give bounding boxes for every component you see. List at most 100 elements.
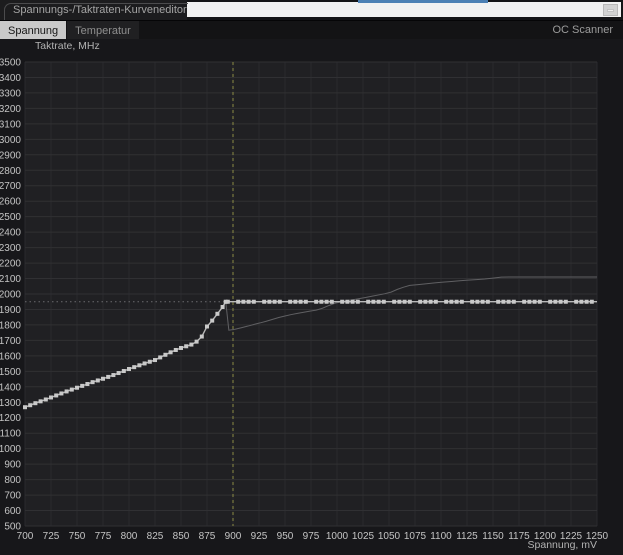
curve-point-marker[interactable] — [590, 300, 594, 304]
curve-point-marker[interactable] — [267, 300, 271, 304]
curve-point-marker[interactable] — [226, 300, 230, 304]
curve-point-marker[interactable] — [371, 300, 375, 304]
curve-point-marker[interactable] — [215, 312, 219, 316]
curve-point-marker[interactable] — [418, 300, 422, 304]
oc-scanner-button[interactable]: OC Scanner — [542, 21, 623, 39]
curve-point-marker[interactable] — [205, 324, 209, 328]
curve-point-marker[interactable] — [137, 363, 141, 367]
curve-point-marker[interactable] — [564, 300, 568, 304]
curve-point-marker[interactable] — [444, 300, 448, 304]
tab-temperatur[interactable]: Temperatur — [67, 21, 139, 39]
curve-point-marker[interactable] — [33, 401, 37, 405]
curve-point-marker[interactable] — [314, 300, 318, 304]
curve-point-marker[interactable] — [75, 386, 79, 390]
curve-point-marker[interactable] — [574, 300, 578, 304]
curve-point-marker[interactable] — [455, 300, 459, 304]
curve-point-marker[interactable] — [91, 380, 95, 384]
curve-point-marker[interactable] — [475, 300, 479, 304]
curve-point-marker[interactable] — [28, 403, 32, 407]
curve-point-marker[interactable] — [481, 300, 485, 304]
curve-point-marker[interactable] — [210, 319, 214, 323]
curve-point-marker[interactable] — [158, 355, 162, 359]
curve-point-marker[interactable] — [548, 300, 552, 304]
plot-canvas[interactable]: 3500340033003200310030002900280027002600… — [0, 39, 623, 555]
curve-point-marker[interactable] — [111, 373, 115, 377]
curve-point-marker[interactable] — [319, 300, 323, 304]
curve-point-marker[interactable] — [163, 353, 167, 357]
curve-point-marker[interactable] — [148, 360, 152, 364]
curve-point-marker[interactable] — [101, 377, 105, 381]
curve-point-marker[interactable] — [44, 397, 48, 401]
curve-point-marker[interactable] — [127, 367, 131, 371]
curve-point-marker[interactable] — [434, 300, 438, 304]
titlebar-button[interactable] — [603, 4, 618, 16]
curve-point-marker[interactable] — [117, 371, 121, 375]
curve-point-marker[interactable] — [39, 399, 43, 403]
curve-point-marker[interactable] — [59, 391, 63, 395]
curve-point-marker[interactable] — [408, 300, 412, 304]
curve-point-marker[interactable] — [195, 340, 199, 344]
curve-point-marker[interactable] — [522, 300, 526, 304]
curve-point-marker[interactable] — [293, 300, 297, 304]
curve-point-marker[interactable] — [340, 300, 344, 304]
curve-point-marker[interactable] — [106, 375, 110, 379]
curve-point-marker[interactable] — [449, 300, 453, 304]
curve-point-marker[interactable] — [330, 300, 334, 304]
curve-point-marker[interactable] — [278, 300, 282, 304]
curve-point-marker[interactable] — [345, 300, 349, 304]
curve-point-marker[interactable] — [486, 300, 490, 304]
curve-point-marker[interactable] — [85, 382, 89, 386]
curve-point-marker[interactable] — [585, 300, 589, 304]
curve-point-marker[interactable] — [174, 348, 178, 352]
curve-point-marker[interactable] — [527, 300, 531, 304]
curve-point-marker[interactable] — [49, 395, 53, 399]
curve-point-marker[interactable] — [70, 388, 74, 392]
curve-point-marker[interactable] — [538, 300, 542, 304]
curve-point-marker[interactable] — [403, 300, 407, 304]
curve-point-marker[interactable] — [460, 300, 464, 304]
curve-point-marker[interactable] — [80, 384, 84, 388]
curve-point-marker[interactable] — [356, 300, 360, 304]
curve-point-marker[interactable] — [184, 344, 188, 348]
curve-point-marker[interactable] — [153, 358, 157, 362]
curve-point-marker[interactable] — [179, 346, 183, 350]
curve-point-marker[interactable] — [236, 300, 240, 304]
curve-point-marker[interactable] — [501, 300, 505, 304]
curve-point-marker[interactable] — [122, 369, 126, 373]
curve-point-marker[interactable] — [553, 300, 557, 304]
curve-point-marker[interactable] — [252, 300, 256, 304]
curve-point-marker[interactable] — [351, 300, 355, 304]
curve-point-marker[interactable] — [96, 378, 100, 382]
curve-point-marker[interactable] — [169, 350, 173, 354]
curve-point-marker[interactable] — [325, 300, 329, 304]
curve-point-marker[interactable] — [241, 300, 245, 304]
curve-point-marker[interactable] — [221, 305, 225, 309]
curve-point-marker[interactable] — [423, 300, 427, 304]
curve-point-marker[interactable] — [382, 300, 386, 304]
curve-point-marker[interactable] — [132, 365, 136, 369]
curve-point-marker[interactable] — [143, 361, 147, 365]
curve-point-marker[interactable] — [200, 335, 204, 339]
curve-point-marker[interactable] — [470, 300, 474, 304]
curve-point-marker[interactable] — [189, 343, 193, 347]
curve-point-marker[interactable] — [377, 300, 381, 304]
curve-point-marker[interactable] — [496, 300, 500, 304]
curve-point-marker[interactable] — [65, 389, 69, 393]
curve-point-marker[interactable] — [54, 393, 58, 397]
curve-point-marker[interactable] — [273, 300, 277, 304]
titlebar[interactable]: Spannungs-/Taktraten-Kurveneditor — [0, 0, 623, 20]
curve-point-marker[interactable] — [366, 300, 370, 304]
curve-point-marker[interactable] — [507, 300, 511, 304]
curve-point-marker[interactable] — [397, 300, 401, 304]
curve-point-marker[interactable] — [23, 405, 27, 409]
curve-point-marker[interactable] — [512, 300, 516, 304]
curve-point-marker[interactable] — [304, 300, 308, 304]
curve-point-marker[interactable] — [299, 300, 303, 304]
curve-point-marker[interactable] — [429, 300, 433, 304]
curve-point-marker[interactable] — [579, 300, 583, 304]
curve-point-marker[interactable] — [533, 300, 537, 304]
curve-point-marker[interactable] — [392, 300, 396, 304]
curve-point-marker[interactable] — [262, 300, 266, 304]
curve-point-marker[interactable] — [288, 300, 292, 304]
tab-spannung[interactable]: Spannung — [0, 21, 66, 39]
